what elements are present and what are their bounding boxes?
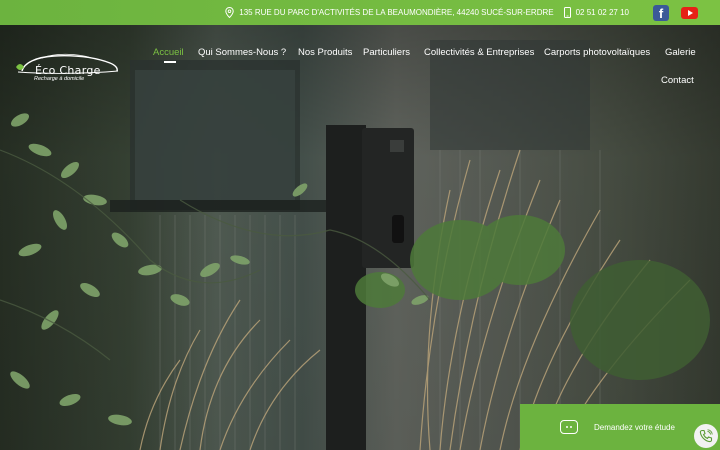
nav-item-collectivites-entreprises[interactable]: Collectivités & Entreprises bbox=[424, 47, 534, 58]
phone-text[interactable]: 02 51 02 27 10 bbox=[576, 8, 629, 17]
nav-active-underline bbox=[164, 61, 176, 63]
nav-item-nos-produits[interactable]: Nos Produits bbox=[298, 47, 352, 58]
nav-item-galerie[interactable]: Galerie bbox=[665, 47, 696, 58]
top-info-bar: 135 RUE DU PARC D'ACTIVITÉS DE LA BEAUMO… bbox=[0, 0, 720, 25]
facebook-glyph: f bbox=[658, 5, 664, 21]
phone-call-icon[interactable] bbox=[694, 424, 718, 448]
address-item: 135 RUE DU PARC D'ACTIVITÉS DE LA BEAUMO… bbox=[225, 7, 554, 18]
social-links: f bbox=[653, 4, 698, 21]
logo-tagline: Recharge à domicile bbox=[34, 76, 85, 82]
phone-handset-icon bbox=[699, 429, 713, 443]
nav-item-accueil[interactable]: Accueil bbox=[153, 47, 184, 58]
nav-item-carports[interactable]: Carports photovoltaïques bbox=[544, 47, 650, 58]
address-text: 135 RUE DU PARC D'ACTIVITÉS DE LA BEAUMO… bbox=[239, 8, 554, 17]
main-nav: Accueil Qui Sommes-Nous ? Nos Produits P… bbox=[148, 47, 710, 97]
mobile-phone-icon bbox=[563, 7, 571, 18]
request-study-label: Demandez votre étude bbox=[594, 422, 675, 432]
request-study-button[interactable]: Demandez votre étude bbox=[520, 404, 720, 450]
map-pin-icon bbox=[225, 7, 234, 18]
nav-item-qui-sommes-nous[interactable]: Qui Sommes-Nous ? bbox=[198, 47, 286, 58]
phone-item[interactable]: 02 51 02 27 10 bbox=[563, 7, 629, 18]
facebook-icon[interactable]: f bbox=[653, 4, 669, 21]
site-logo[interactable]: Éco Charge Recharge à domicile bbox=[14, 47, 122, 85]
youtube-icon[interactable] bbox=[681, 6, 698, 19]
nav-item-particuliers[interactable]: Particuliers bbox=[363, 47, 410, 58]
nav-item-contact[interactable]: Contact bbox=[661, 75, 694, 86]
chat-icon bbox=[560, 420, 578, 434]
